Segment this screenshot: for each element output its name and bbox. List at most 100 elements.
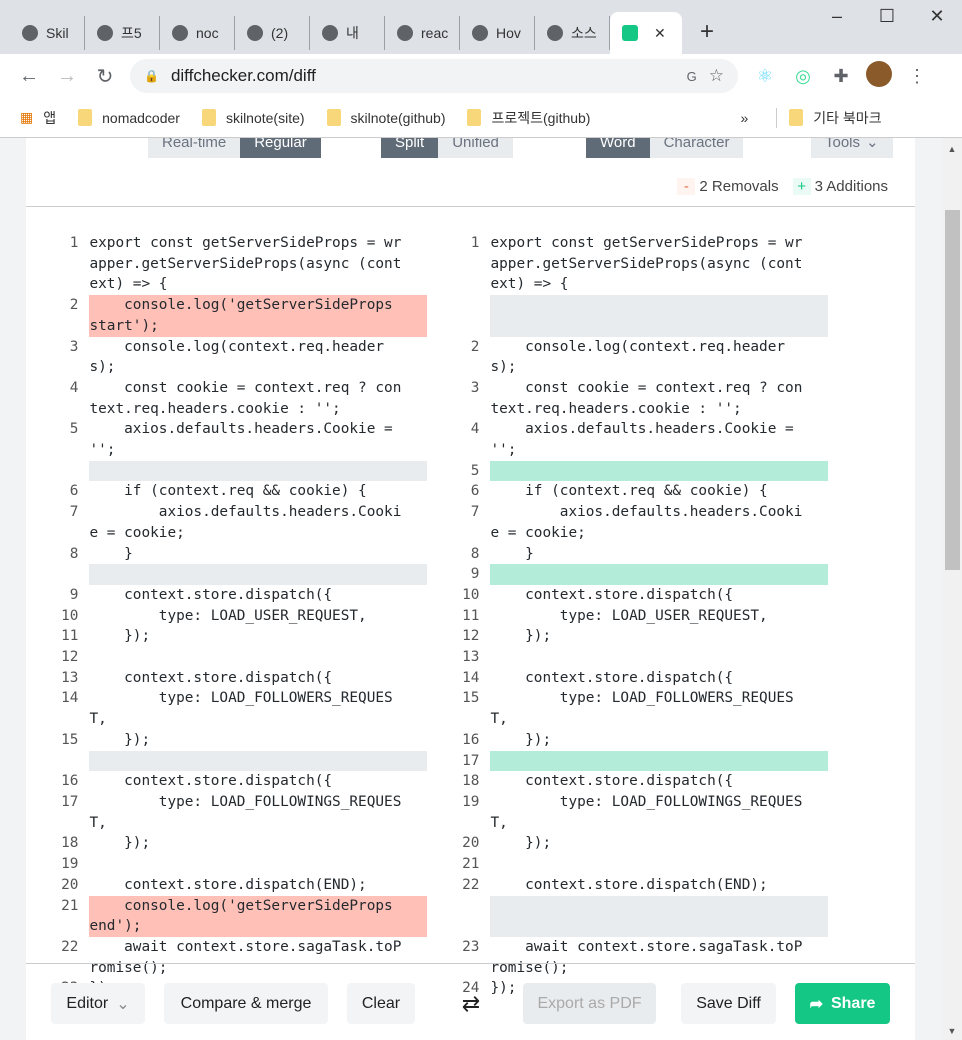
mode-toggle: Real-time Regular [148,138,321,158]
window-controls: – ☐ ✕ [812,6,962,27]
favicon-icon [397,25,413,41]
clear-button[interactable]: Clear [347,983,415,1024]
line-number: 6 [470,483,480,500]
other-bookmarks[interactable]: 기타 북마크 [776,107,882,128]
new-tab-button[interactable]: + [700,18,714,46]
diff-row: 3 console.log(context.req.headers); 2 con… [26,337,915,378]
apps-bookmark[interactable]: ▦ 앱 [20,108,56,128]
tab[interactable]: noc [160,16,235,50]
reload-icon[interactable]: ↻ [86,64,124,89]
diff-row: 13 context.store.dispatch({14 context.st… [26,668,915,689]
scrollbar-thumb[interactable] [945,210,960,570]
line-number: 3 [69,338,79,355]
code-text: }); [89,835,151,852]
tab-title: (2) [271,25,289,41]
close-window-button[interactable]: ✕ [912,6,962,27]
tab-title: noc [196,25,219,41]
tab-strip: Skil 프5 noc (2) 내 reac Hov 소스 ✕ + – ☐ ✕ [0,0,962,54]
diff-row: 5 axios.defaults.headers.Cookie = ''; 4 a… [26,419,915,460]
line-number: 23 [462,938,480,955]
extensions-puzzle-icon[interactable]: ✚ [822,66,860,87]
option-label: Word [600,138,636,151]
left-line-gap [26,460,427,482]
bookmark-nomadcoder[interactable]: nomadcoder [78,109,180,126]
right-line: 2 console.log(context.req.headers); [427,337,828,378]
favicon-icon [547,25,563,41]
code-text: await context.store.sagaTask.toPromise()… [490,938,803,976]
diff-row: 18 }); 20 }); [26,833,915,854]
unified-option[interactable]: Unified [438,138,513,158]
share-button[interactable]: ➦ Share [795,983,890,1024]
line-number: 11 [61,628,79,645]
split-option[interactable]: Split [381,138,439,158]
line-number: 21 [61,897,79,914]
back-icon[interactable]: ← [10,65,48,88]
tab-active[interactable]: ✕ [610,12,682,54]
left-line: 15 }); [26,730,427,751]
left-line: 20 context.store.dispatch(END); [26,875,427,896]
divider [26,206,915,207]
menu-icon[interactable]: ⋮ [898,66,936,87]
tab[interactable]: Skil [10,16,85,50]
realtime-option[interactable]: Real-time [148,138,241,158]
editor-dropdown[interactable]: Editor ⌄ [51,983,145,1024]
line-number: 19 [61,856,79,873]
regular-option[interactable]: Regular [240,138,321,158]
browser-toolbar: ← → ↻ 🔒 diffchecker.com/diff G ☆ ⚛ ◎ ✚ ⋮ [0,54,962,98]
bookmark-project-github[interactable]: 프로젝트(github) [467,108,590,128]
extension-icon[interactable]: ◎ [784,66,822,87]
scrollbar[interactable]: ▲ ▼ [942,138,962,1040]
right-line: 14 context.store.dispatch({ [427,668,828,689]
tab[interactable]: 내 [310,16,385,50]
tab[interactable]: 프5 [85,16,160,50]
diff-row: 19 21 [26,854,915,875]
code-text: if (context.req && cookie) { [89,483,367,500]
swap-icon[interactable]: ⇄ [446,983,496,1024]
diff-row: 6 if (context.req && cookie) {6 if (cont… [26,481,915,502]
code-text [490,564,828,585]
forward-icon[interactable]: → [48,65,86,88]
code-text: console.log('getServerSideProps start'); [89,295,427,337]
code-text [89,460,427,482]
bookmark-label: nomadcoder [102,109,180,126]
diff-row: 9 [26,564,915,585]
left-line: 22 await context.store.sagaTask.toPromis… [26,937,427,978]
favicon-icon [472,25,488,41]
tools-dropdown[interactable]: Tools ⌄ [811,138,893,158]
more-bookmarks-button[interactable]: » [740,110,748,126]
character-option[interactable]: Character [649,138,744,158]
avatar[interactable] [860,60,898,92]
line-number: 14 [61,690,79,707]
right-line: 19 type: LOAD_FOLLOWINGS_REQUEST, [427,792,828,833]
favicon-icon [172,25,188,41]
bookmark-skilnote-github[interactable]: skilnote(github) [326,109,445,126]
tab[interactable]: Hov [460,16,535,50]
right-line: 20 }); [427,833,828,854]
diff-row: 20 context.store.dispatch(END); 22 contex… [26,875,915,896]
save-diff-button[interactable]: Save Diff [681,983,776,1024]
close-tab-icon[interactable]: ✕ [654,25,666,42]
bookmark-skilnote-site[interactable]: skilnote(site) [201,109,305,126]
right-line: 4 axios.defaults.headers.Cookie = ''; [427,419,828,460]
option-label: Regular [254,138,307,151]
react-devtools-icon[interactable]: ⚛ [746,66,784,87]
address-bar[interactable]: 🔒 diffchecker.com/diff G ☆ [130,59,738,93]
star-icon[interactable]: ☆ [709,66,724,86]
scroll-up-icon[interactable]: ▲ [942,144,962,154]
compare-merge-button[interactable]: Compare & merge [164,983,328,1024]
export-pdf-button[interactable]: Export as PDF [523,983,656,1024]
left-line: 1 export const getServerSideProps = wrapp… [26,233,427,295]
translate-icon[interactable]: G [687,69,697,84]
tab[interactable]: 소스 [535,16,610,50]
minimize-button[interactable]: – [812,6,862,27]
line-number: 2 [470,338,480,355]
right-line: 1 export const getServerSideProps = wrapp… [427,233,828,295]
maximize-button[interactable]: ☐ [862,6,912,27]
tab[interactable]: (2) [235,16,310,50]
word-option[interactable]: Word [586,138,650,158]
tab[interactable]: reac [385,16,460,50]
scroll-down-icon[interactable]: ▼ [942,1026,962,1036]
code-text [490,895,828,937]
line-number: 17 [462,752,480,769]
left-line: 9 context.store.dispatch({ [26,585,427,606]
